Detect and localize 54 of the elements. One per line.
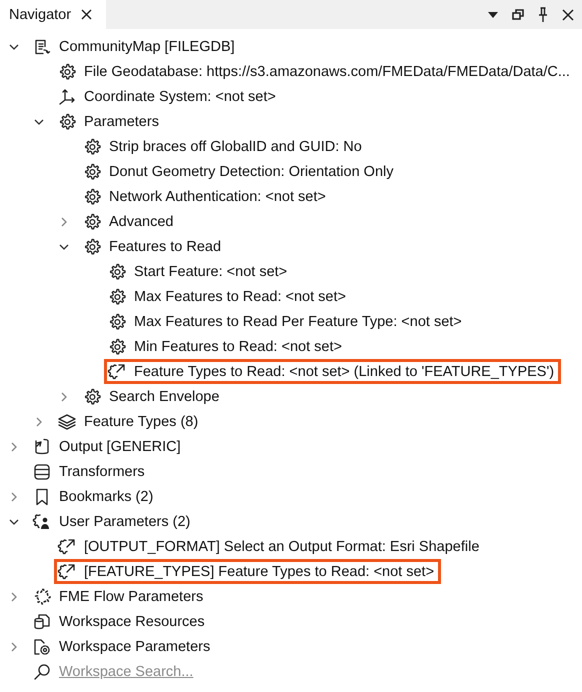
tree-item[interactable]: Start Feature: <not set>: [134, 264, 288, 280]
tree-item[interactable]: FME Flow Parameters: [59, 588, 204, 604]
gear-icon: [57, 62, 77, 82]
tree-item[interactable]: User Parameters (2): [59, 514, 190, 530]
close-icon[interactable]: [81, 9, 92, 20]
tree-item[interactable]: Bookmarks (2): [59, 488, 154, 504]
gear-icon: [82, 386, 102, 406]
pin-icon[interactable]: [538, 6, 548, 22]
tree-item[interactable]: Max Features to Read: <not set>: [134, 288, 346, 304]
tree-item[interactable]: [OUTPUT_FORMAT] Select an Output Format: Esri Shapefile: [84, 538, 480, 554]
gear-icon: [82, 212, 102, 232]
stack-icon: [32, 462, 52, 482]
tree-item[interactable]: Output [GENERIC]: [59, 438, 181, 454]
linked-gear-icon: [57, 536, 77, 556]
search-icon: [32, 662, 52, 682]
gear-icon: [57, 112, 77, 132]
restore-icon[interactable]: [512, 9, 524, 20]
linked-gear-icon: [107, 362, 127, 382]
tree-item[interactable]: Workspace Resources: [59, 614, 205, 630]
tree-item[interactable]: Max Features to Read Per Feature Type: <not set>: [134, 314, 462, 330]
gear-icon: [107, 262, 127, 282]
layers-icon: [57, 412, 77, 432]
tree-item[interactable]: Coordinate System: <not set>: [84, 88, 276, 104]
dotted-gear-icon: [32, 586, 52, 606]
tree-item[interactable]: Advanced: [109, 214, 174, 230]
gear-icon: [82, 186, 102, 206]
axes-icon: [57, 86, 77, 106]
tree-item[interactable]: Feature Types to Read: <not set> (Linked to 'FEATURE_TYPES'): [134, 364, 554, 380]
tree-item[interactable]: Min Features to Read: <not set>: [134, 338, 342, 354]
gear-icon: [82, 162, 102, 182]
gear-icon: [107, 286, 127, 306]
gear-icon: [107, 312, 127, 332]
tree-item[interactable]: Transformers: [59, 464, 145, 480]
document-gear-icon: [32, 636, 52, 656]
tree-item[interactable]: Parameters: [84, 114, 159, 130]
close-icon[interactable]: [562, 8, 574, 20]
user-gear-icon: [32, 512, 52, 532]
dropdown-icon[interactable]: [488, 12, 498, 18]
navigator-tab[interactable]: Navigator: [0, 0, 106, 29]
resources-icon: [32, 612, 52, 632]
tree-item[interactable]: [FEATURE_TYPES] Feature Types to Read: <not set>: [84, 564, 434, 580]
tree-item[interactable]: Strip braces off GlobalID and GUID: No: [109, 138, 362, 154]
tree-item[interactable]: Search Envelope: [109, 388, 220, 404]
tree-item[interactable]: Workspace Parameters: [59, 638, 210, 654]
tree-item[interactable]: Features to Read: [109, 238, 222, 254]
linked-gear-icon: [57, 562, 77, 582]
tree-item[interactable]: File Geodatabase: https://s3.amazonaws.com/FMEData/FMEData/Data/C...: [84, 64, 570, 80]
tree-item[interactable]: Network Authentication: <not set>: [109, 188, 326, 204]
gear-icon: [82, 136, 102, 156]
tree-item[interactable]: CommunityMap [FILEGDB]: [59, 38, 235, 54]
gear-icon: [82, 236, 102, 256]
tree-item[interactable]: Donut Geometry Detection: Orientation Only: [109, 164, 394, 180]
gear-icon: [107, 336, 127, 356]
tree-item[interactable]: Feature Types (8): [84, 414, 198, 430]
